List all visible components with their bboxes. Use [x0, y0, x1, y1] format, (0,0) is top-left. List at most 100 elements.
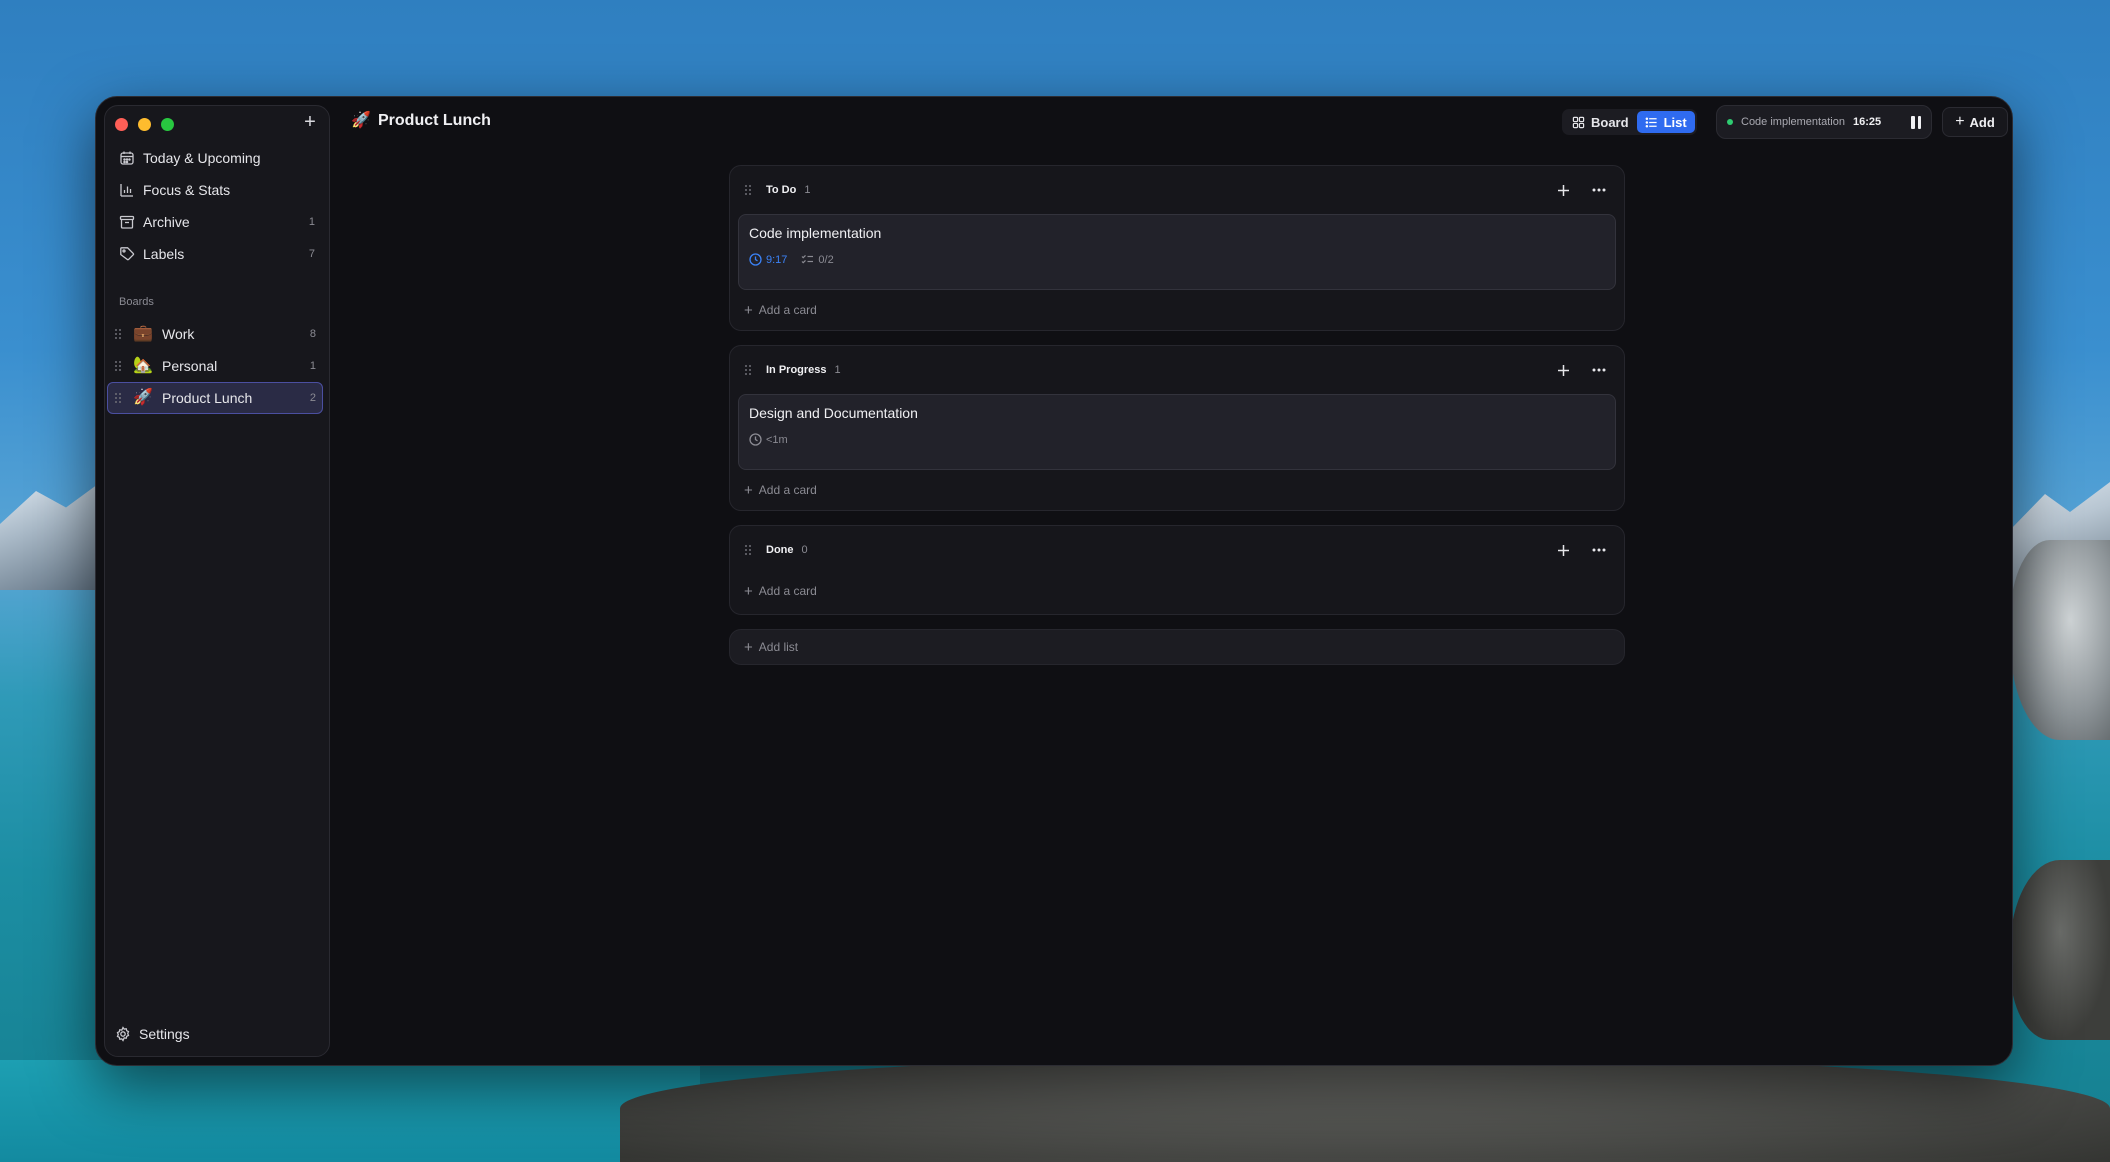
sidebar-item-focus-stats[interactable]: Focus & Stats	[111, 174, 323, 206]
rocket-icon: 🚀	[133, 389, 153, 406]
add-list-button[interactable]: + Add list	[729, 629, 1625, 665]
add-card-plus-icon[interactable]	[1550, 177, 1576, 203]
card-title: Design and Documentation	[749, 405, 918, 421]
wallpaper-rock-right-lower	[2010, 860, 2110, 1040]
view-board-button[interactable]: Board	[1564, 111, 1637, 133]
plus-icon: +	[744, 638, 753, 656]
list-name: Done	[766, 544, 794, 556]
drag-handle-icon[interactable]	[114, 392, 122, 404]
add-card-label: Add a card	[758, 483, 817, 497]
card-code-implementation[interactable]: Code implementation 9:17 0/2	[738, 214, 1616, 290]
wallpaper-rock-right	[2010, 540, 2110, 740]
drag-handle-icon[interactable]	[114, 360, 122, 372]
add-card-label: Add a card	[758, 584, 817, 598]
more-options-icon[interactable]	[1586, 357, 1612, 383]
list-name: To Do	[766, 184, 797, 196]
sidebar-item-archive[interactable]: Archive 1	[111, 206, 323, 238]
plus-icon: +	[744, 481, 753, 499]
tag-icon	[120, 247, 135, 261]
minimize-window-button[interactable]	[138, 118, 151, 131]
card-meta: 9:17 0/2	[749, 253, 1605, 266]
timer-task-name: Code implementation	[1741, 116, 1845, 128]
list-done: Done 0 + Add a card	[729, 525, 1625, 615]
add-button[interactable]: + Add	[1942, 107, 2008, 137]
drag-handle-icon[interactable]	[744, 544, 752, 556]
clock-icon	[749, 253, 762, 266]
lists-column: To Do 1 Code implementation 9:17 0/2 + A…	[729, 165, 1625, 665]
page-title-text: Product Lunch	[378, 112, 491, 129]
list-count: 1	[804, 184, 811, 196]
drag-handle-icon[interactable]	[744, 364, 752, 376]
drag-handle-icon[interactable]	[114, 328, 122, 340]
list-icon	[1645, 117, 1657, 127]
focus-timer[interactable]: Code implementation 16:25	[1716, 105, 1932, 139]
add-card-button[interactable]: + Add a card	[730, 470, 1624, 510]
sidebar-item-label: Today & Upcoming	[143, 150, 261, 166]
sidebar-board-personal[interactable]: 🏡 Personal 1	[107, 350, 323, 382]
sidebar-item-label: Labels	[143, 246, 185, 262]
zoom-window-button[interactable]	[161, 118, 174, 131]
plus-icon: +	[744, 301, 753, 319]
calendar-icon	[120, 151, 134, 165]
list-header: In Progress 1	[730, 346, 1624, 394]
view-list-label: List	[1663, 114, 1687, 130]
sidebar-nav: Today & Upcoming Focus & Stats Archive 1…	[111, 142, 323, 270]
view-list-button[interactable]: List	[1636, 111, 1695, 133]
sidebar-item-label: Archive	[143, 214, 190, 230]
add-card-button[interactable]: + Add a card	[730, 290, 1624, 330]
add-list-label: Add list	[758, 640, 799, 654]
add-card-plus-icon[interactable]	[1550, 537, 1576, 563]
list-todo: To Do 1 Code implementation 9:17 0/2 + A…	[729, 165, 1625, 331]
sidebar-item-count: 7	[308, 248, 315, 260]
card-time-value: 9:17	[766, 253, 788, 266]
grid-icon	[1572, 116, 1585, 128]
drag-handle-icon[interactable]	[744, 184, 752, 196]
board-count: 2	[309, 392, 316, 404]
view-board-label: Board	[1591, 114, 1629, 130]
more-options-icon[interactable]	[1586, 177, 1612, 203]
running-indicator	[1727, 119, 1733, 125]
sidebar-item-count: 1	[308, 216, 315, 228]
sidebar: + Today & Upcoming Focus & Stats Archive…	[104, 105, 330, 1057]
list-header: To Do 1	[730, 166, 1624, 214]
board-label: Work	[162, 326, 195, 342]
view-switcher: Board List	[1562, 109, 1697, 135]
plus-icon: +	[1955, 113, 1965, 130]
add-card-plus-icon[interactable]	[1550, 357, 1576, 383]
settings-button[interactable]: Settings	[115, 1022, 190, 1046]
board-label: Personal	[162, 358, 218, 374]
card-time-value: <1m	[766, 433, 788, 446]
plus-icon: +	[744, 582, 753, 600]
more-options-icon[interactable]	[1586, 537, 1612, 563]
settings-label: Settings	[139, 1026, 190, 1042]
card-title: Code implementation	[749, 225, 882, 241]
sidebar-item-today-upcoming[interactable]: Today & Upcoming	[111, 142, 323, 174]
list-name: In Progress	[766, 364, 827, 376]
add-button-label: Add	[1969, 114, 1995, 130]
add-card-button[interactable]: + Add a card	[730, 568, 1624, 614]
house-icon: 🏡	[133, 357, 153, 374]
new-board-plus-icon[interactable]: +	[299, 112, 321, 134]
board-count: 8	[309, 328, 316, 340]
close-window-button[interactable]	[115, 118, 128, 131]
list-in-progress: In Progress 1 Design and Documentation <…	[729, 345, 1625, 511]
chart-icon	[120, 184, 133, 197]
checklist-icon	[801, 254, 814, 264]
window-controls	[115, 118, 174, 131]
archive-icon	[119, 215, 135, 229]
wallpaper-water	[0, 1060, 700, 1162]
card-design-documentation[interactable]: Design and Documentation <1m	[738, 394, 1616, 470]
add-card-label: Add a card	[758, 303, 817, 317]
sidebar-board-work[interactable]: 💼 Work 8	[107, 318, 323, 350]
app-window: + Today & Upcoming Focus & Stats Archive…	[95, 96, 2013, 1066]
card-meta: <1m	[749, 433, 1605, 446]
rocket-icon: 🚀	[351, 112, 371, 129]
sidebar-item-labels[interactable]: Labels 7	[111, 238, 323, 270]
card-checklist-value: 0/2	[818, 253, 834, 266]
board-count: 1	[309, 360, 316, 372]
sidebar-board-product-lunch[interactable]: 🚀 Product Lunch 2	[107, 382, 323, 414]
pause-icon[interactable]	[1911, 115, 1921, 129]
list-header: Done 0	[730, 526, 1624, 574]
boards-section-title: Boards	[119, 296, 154, 308]
timer-time: 16:25	[1852, 116, 1882, 128]
